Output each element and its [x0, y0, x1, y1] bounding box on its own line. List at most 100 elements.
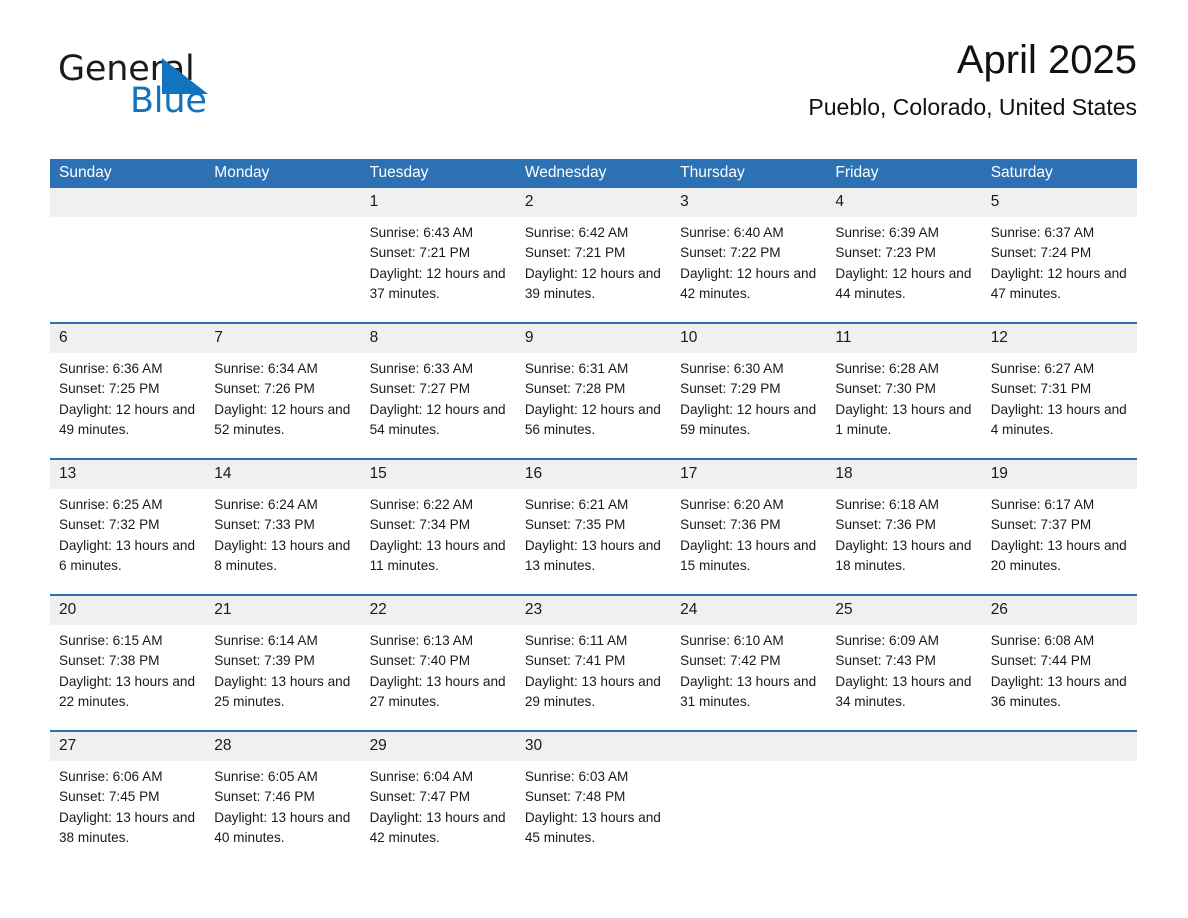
calendar-day-cell[interactable]: [826, 730, 982, 866]
day-number: 28: [205, 732, 361, 761]
day-cell-inner: [981, 732, 1137, 866]
day-number: 2: [515, 188, 672, 217]
sunrise-text: Sunrise: 6:33 AM: [369, 361, 474, 376]
day-cell-inner: 16 Sunrise: 6:21 AM Sunset: 7:35 PM Dayligh…: [515, 460, 672, 594]
day-details: Sunrise: 6:15 AM Sunset: 7:38 PM Daylight:…: [50, 625, 205, 712]
calendar-day-cell[interactable]: 7 Sunrise: 6:34 AM Sunset: 7:26 PM Daylight…: [205, 322, 361, 459]
calendar-day-cell[interactable]: 2 Sunrise: 6:42 AM Sunset: 7:21 PM Daylight…: [515, 188, 672, 323]
calendar-day-cell[interactable]: 22 Sunrise: 6:13 AM Sunset: 7:40 PM Dayligh…: [360, 594, 516, 731]
calendar-day-cell[interactable]: 3 Sunrise: 6:40 AM Sunset: 7:22 PM Daylight…: [671, 188, 827, 323]
day-details: Sunrise: 6:18 AM Sunset: 7:36 PM Daylight:…: [826, 489, 981, 576]
calendar-page: General Blue April 2025 Pueblo, Colorado…: [0, 0, 1188, 918]
calendar-day-cell[interactable]: 9 Sunrise: 6:31 AM Sunset: 7:28 PM Daylight…: [515, 322, 672, 459]
calendar-day-cell[interactable]: 25 Sunrise: 6:09 AM Sunset: 7:43 PM Dayligh…: [826, 594, 982, 731]
day-details: Sunrise: 6:27 AM Sunset: 7:31 PM Daylight:…: [982, 353, 1137, 440]
sunset-text: Sunset: 7:21 PM: [369, 245, 471, 261]
daylight-text: Daylight: 13 hours and 27 minutes.: [369, 673, 506, 709]
sunrise-text: Sunrise: 6:27 AM: [990, 361, 1095, 376]
day-number: 23: [515, 596, 672, 625]
day-details: Sunrise: 6:37 AM Sunset: 7:24 PM Daylight:…: [982, 217, 1137, 304]
sunrise-text: Sunrise: 6:30 AM: [680, 361, 784, 376]
day-number: 4: [826, 188, 982, 217]
sunset-text: Sunset: 7:41 PM: [524, 653, 626, 669]
calendar-day-cell[interactable]: 13 Sunrise: 6:25 AM Sunset: 7:32 PM Dayligh…: [50, 458, 206, 595]
calendar-day-cell[interactable]: [981, 730, 1137, 866]
day-details: [826, 761, 981, 767]
day-cell-inner: 24 Sunrise: 6:10 AM Sunset: 7:42 PM Dayligh…: [671, 596, 827, 730]
day-number: [205, 188, 361, 217]
day-number: 24: [671, 596, 827, 625]
day-details: Sunrise: 6:39 AM Sunset: 7:23 PM Daylight:…: [826, 217, 981, 304]
calendar-day-cell[interactable]: 16 Sunrise: 6:21 AM Sunset: 7:35 PM Dayligh…: [515, 458, 672, 595]
calendar-day-cell[interactable]: 4 Sunrise: 6:39 AM Sunset: 7:23 PM Daylight…: [826, 188, 982, 323]
weekday-header-saturday: Saturday: [981, 159, 1137, 188]
calendar-day-cell[interactable]: 1 Sunrise: 6:43 AM Sunset: 7:21 PM Daylight…: [360, 188, 516, 323]
calendar-day-cell[interactable]: [205, 188, 361, 323]
day-cell-inner: 6 Sunrise: 6:36 AM Sunset: 7:25 PM Daylight…: [50, 324, 206, 458]
calendar-day-cell[interactable]: 23 Sunrise: 6:11 AM Sunset: 7:41 PM Dayligh…: [515, 594, 672, 731]
calendar-day-cell[interactable]: 18 Sunrise: 6:18 AM Sunset: 7:36 PM Dayligh…: [826, 458, 982, 595]
calendar-day-cell[interactable]: 20 Sunrise: 6:15 AM Sunset: 7:38 PM Dayligh…: [50, 594, 206, 731]
calendar-day-cell[interactable]: 19 Sunrise: 6:17 AM Sunset: 7:37 PM Dayligh…: [981, 458, 1137, 595]
sunrise-text: Sunrise: 6:18 AM: [835, 497, 939, 512]
sunrise-text: Sunrise: 6:03 AM: [524, 769, 629, 784]
calendar-day-cell[interactable]: 11 Sunrise: 6:28 AM Sunset: 7:30 PM Dayligh…: [826, 322, 982, 459]
sunrise-text: Sunrise: 6:15 AM: [59, 633, 163, 648]
day-cell-inner: 13 Sunrise: 6:25 AM Sunset: 7:32 PM Dayligh…: [50, 460, 206, 594]
daylight-text: Daylight: 12 hours and 37 minutes.: [369, 265, 506, 301]
daylight-text: Daylight: 12 hours and 59 minutes.: [680, 401, 817, 437]
calendar-day-cell[interactable]: [50, 188, 206, 323]
calendar-day-cell[interactable]: 29 Sunrise: 6:04 AM Sunset: 7:47 PM Dayligh…: [360, 730, 516, 866]
day-details: Sunrise: 6:04 AM Sunset: 7:47 PM Daylight:…: [361, 761, 516, 848]
calendar-week-row: 27 Sunrise: 6:06 AM Sunset: 7:45 PM Dayligh…: [50, 730, 1137, 866]
sunrise-text: Sunrise: 6:42 AM: [524, 225, 629, 240]
day-cell-inner: 19 Sunrise: 6:17 AM Sunset: 7:37 PM Dayligh…: [981, 460, 1137, 594]
calendar-day-cell[interactable]: 24 Sunrise: 6:10 AM Sunset: 7:42 PM Dayligh…: [671, 594, 827, 731]
calendar-day-cell[interactable]: 6 Sunrise: 6:36 AM Sunset: 7:25 PM Daylight…: [50, 322, 206, 459]
calendar-day-cell[interactable]: 12 Sunrise: 6:27 AM Sunset: 7:31 PM Dayligh…: [981, 322, 1137, 459]
daylight-text: Daylight: 12 hours and 54 minutes.: [369, 401, 506, 437]
day-number: 1: [360, 188, 516, 217]
sunrise-text: Sunrise: 6:14 AM: [214, 633, 318, 648]
day-details: Sunrise: 6:31 AM Sunset: 7:28 PM Daylight:…: [516, 353, 671, 440]
daylight-text: Daylight: 12 hours and 56 minutes.: [524, 401, 661, 437]
sunrise-text: Sunrise: 6:28 AM: [835, 361, 939, 376]
sunrise-text: Sunrise: 6:37 AM: [990, 225, 1095, 240]
daylight-text: Daylight: 12 hours and 49 minutes.: [59, 401, 196, 437]
calendar-day-cell[interactable]: 15 Sunrise: 6:22 AM Sunset: 7:34 PM Dayligh…: [360, 458, 516, 595]
day-cell-inner: 28 Sunrise: 6:05 AM Sunset: 7:46 PM Dayligh…: [205, 732, 361, 866]
sunset-text: Sunset: 7:38 PM: [59, 653, 160, 669]
day-cell-inner: 23 Sunrise: 6:11 AM Sunset: 7:41 PM Dayligh…: [515, 596, 672, 730]
day-details: Sunrise: 6:28 AM Sunset: 7:30 PM Daylight:…: [826, 353, 981, 440]
page-subtitle: Pueblo, Colorado, United States: [808, 93, 1137, 120]
calendar-day-cell[interactable]: 10 Sunrise: 6:30 AM Sunset: 7:29 PM Dayligh…: [671, 322, 827, 459]
day-details: Sunrise: 6:09 AM Sunset: 7:43 PM Daylight:…: [826, 625, 981, 712]
day-details: Sunrise: 6:36 AM Sunset: 7:25 PM Daylight:…: [50, 353, 205, 440]
sunrise-text: Sunrise: 6:22 AM: [369, 497, 474, 512]
calendar-day-cell[interactable]: 5 Sunrise: 6:37 AM Sunset: 7:24 PM Daylight…: [981, 188, 1137, 323]
day-details: Sunrise: 6:34 AM Sunset: 7:26 PM Daylight:…: [205, 353, 360, 440]
calendar-day-cell[interactable]: 26 Sunrise: 6:08 AM Sunset: 7:44 PM Dayligh…: [981, 594, 1137, 731]
calendar-day-cell[interactable]: 14 Sunrise: 6:24 AM Sunset: 7:33 PM Dayligh…: [205, 458, 361, 595]
day-details: Sunrise: 6:21 AM Sunset: 7:35 PM Daylight:…: [516, 489, 671, 576]
day-details: Sunrise: 6:06 AM Sunset: 7:45 PM Daylight:…: [50, 761, 205, 848]
calendar-day-cell[interactable]: 30 Sunrise: 6:03 AM Sunset: 7:48 PM Dayligh…: [515, 730, 672, 866]
sunset-text: Sunset: 7:24 PM: [990, 245, 1092, 261]
calendar-day-cell[interactable]: 8 Sunrise: 6:33 AM Sunset: 7:27 PM Daylight…: [360, 322, 516, 459]
calendar-day-cell[interactable]: 21 Sunrise: 6:14 AM Sunset: 7:39 PM Dayligh…: [205, 594, 361, 731]
day-cell-inner: 7 Sunrise: 6:34 AM Sunset: 7:26 PM Daylight…: [205, 324, 361, 458]
day-number: 16: [515, 460, 672, 489]
day-details: Sunrise: 6:24 AM Sunset: 7:33 PM Daylight:…: [205, 489, 360, 576]
day-number: 29: [360, 732, 516, 761]
sunset-text: Sunset: 7:36 PM: [835, 517, 936, 533]
calendar-day-cell[interactable]: [671, 730, 827, 866]
calendar-day-cell[interactable]: 28 Sunrise: 6:05 AM Sunset: 7:46 PM Dayligh…: [205, 730, 361, 866]
daylight-text: Daylight: 12 hours and 42 minutes.: [680, 265, 817, 301]
day-cell-inner: 5 Sunrise: 6:37 AM Sunset: 7:24 PM Daylight…: [981, 188, 1137, 322]
calendar-day-cell[interactable]: 17 Sunrise: 6:20 AM Sunset: 7:36 PM Dayligh…: [671, 458, 827, 595]
day-cell-inner: [205, 188, 361, 322]
daylight-text: Daylight: 13 hours and 22 minutes.: [59, 673, 196, 709]
calendar-day-cell[interactable]: 27 Sunrise: 6:06 AM Sunset: 7:45 PM Dayligh…: [50, 730, 206, 866]
sunrise-text: Sunrise: 6:20 AM: [680, 497, 784, 512]
sunset-text: Sunset: 7:29 PM: [680, 381, 781, 397]
